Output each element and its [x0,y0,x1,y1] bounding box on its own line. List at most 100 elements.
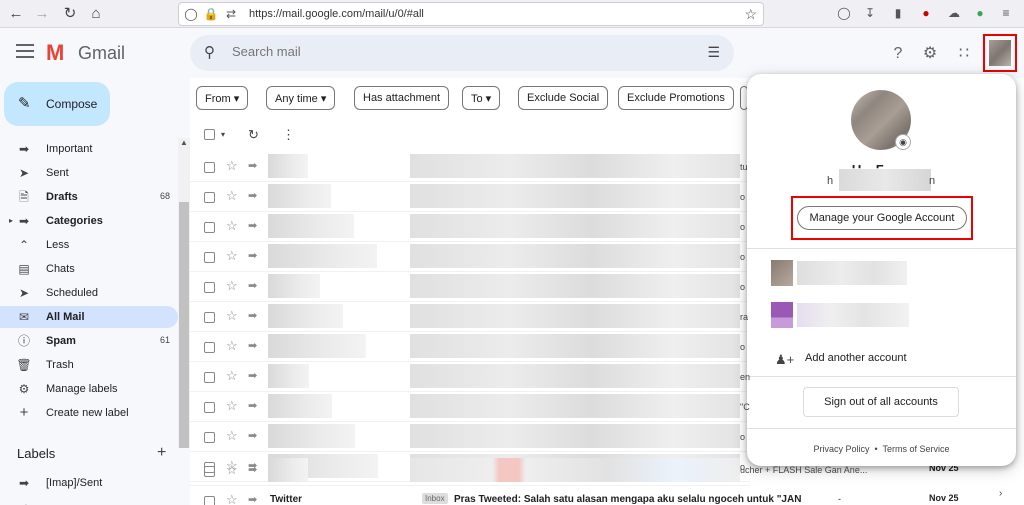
forward-arrow-icon[interactable]: → [32,4,52,24]
sidebar-item-all-mail[interactable]: ✉ All Mail [0,306,178,328]
terms-link[interactable]: Terms of Service [883,444,950,454]
scrollbar-thumb[interactable] [179,202,189,448]
table-row[interactable]: ☆ ➡ [190,456,750,486]
star-icon[interactable]: ☆ [226,462,238,478]
star-icon[interactable]: ☆ [226,248,238,264]
select-all-checkbox[interactable] [204,129,215,140]
important-marker-icon[interactable]: ➡ [248,159,257,172]
star-icon[interactable]: ☆ [226,492,238,505]
table-row[interactable]: ☆ ➡ [190,332,750,362]
table-row[interactable]: ☆ ➡ [190,302,750,332]
row-checkbox[interactable] [204,252,215,263]
sidebar-item-create-label[interactable]: + Create new label [0,402,178,424]
extension-badge-icon[interactable]: ● [918,5,934,21]
important-marker-icon[interactable]: ➡ [248,493,257,505]
important-marker-icon[interactable]: ➡ [248,249,257,262]
sidebar-label-partial[interactable]: ➡ [0,496,178,505]
row-checkbox[interactable] [204,432,215,443]
extension-cloud-icon[interactable]: ☁ [946,5,962,21]
filter-chip-from[interactable]: From ▾ [196,86,249,110]
sidebar-item-chats[interactable]: ▤ Chats [0,258,178,280]
back-arrow-icon[interactable]: ← [6,4,26,24]
table-row[interactable]: ☆ ➡ [190,242,750,272]
table-row[interactable]: ☆ ➡ [190,422,750,452]
important-marker-icon[interactable]: ➡ [248,279,257,292]
other-account-row[interactable] [747,254,1016,294]
star-icon[interactable]: ☆ [226,308,238,324]
lock-icon[interactable]: 🔒 [203,6,219,22]
help-icon[interactable]: ? [888,44,908,64]
search-options-icon[interactable]: ☰ [707,44,720,61]
star-icon[interactable]: ☆ [226,338,238,354]
filter-chip-has-attachment[interactable]: Has attachment [354,86,450,110]
table-row[interactable]: ☆ ➡ [190,212,750,242]
expand-arrow-icon[interactable]: ▸ [6,213,16,229]
other-account-row[interactable] [747,296,1016,336]
star-icon[interactable]: ☆ [226,398,238,414]
search-icon[interactable]: ⚲ [204,43,215,61]
star-icon[interactable]: ☆ [226,368,238,384]
row-checkbox[interactable] [204,466,215,477]
pocket-icon[interactable]: ◯ [836,5,852,21]
row-checkbox[interactable] [204,192,215,203]
important-marker-icon[interactable]: ➡ [248,219,257,232]
important-marker-icon[interactable]: ➡ [248,369,257,382]
scroll-down-icon[interactable]: › [999,488,1002,499]
important-marker-icon[interactable]: ➡ [248,339,257,352]
settings-gear-icon[interactable]: ⚙ [920,44,940,64]
filter-chip-any-time[interactable]: Any time ▾ [266,86,336,110]
add-label-icon[interactable]: + [157,444,166,462]
compose-button[interactable]: ✎ Compose [4,82,110,126]
library-icon[interactable]: ▮ [890,5,906,21]
table-row[interactable]: ☆ ➡ [190,182,750,212]
row-checkbox[interactable] [204,222,215,233]
row-checkbox[interactable] [204,496,215,505]
camera-icon[interactable]: ◉ [895,134,911,150]
permissions-icon[interactable]: ⇄ [223,6,239,22]
row-checkbox[interactable] [204,162,215,173]
search-bar[interactable]: ⚲ ☰ [190,35,734,71]
sidebar-item-sent[interactable]: ➤ Sent [0,162,178,184]
download-icon[interactable]: ↧ [862,5,878,21]
app-menu-icon[interactable]: ≡ [998,5,1014,21]
star-icon[interactable]: ☆ [226,428,238,444]
add-account-link[interactable]: Add another account [805,352,907,364]
important-marker-icon[interactable]: ➡ [248,309,257,322]
star-icon[interactable]: ☆ [226,158,238,174]
row-checkbox[interactable] [204,312,215,323]
main-menu-icon[interactable] [16,44,34,60]
table-row[interactable]: ☆ ➡ [190,152,750,182]
bookmark-star-icon[interactable]: ☆ [744,6,757,23]
row-checkbox[interactable] [204,402,215,413]
star-icon[interactable]: ☆ [226,278,238,294]
row-checkbox[interactable] [204,282,215,293]
important-marker-icon[interactable]: ➡ [248,463,257,476]
signout-button[interactable]: Sign out of all accounts [803,387,959,417]
table-row[interactable]: ☆ ➡ [190,362,750,392]
important-marker-icon[interactable]: ➡ [248,399,257,412]
extension-google-icon[interactable]: ● [972,5,988,21]
important-marker-icon[interactable]: ➡ [248,189,257,202]
row-checkbox[interactable] [204,342,215,353]
account-avatar-button[interactable] [983,34,1017,72]
row-checkbox[interactable] [204,372,215,383]
star-icon[interactable]: ☆ [226,218,238,234]
sidebar-item-scheduled[interactable]: ➤ Scheduled [0,282,178,304]
sidebar-item-less[interactable]: ⌃ Less [0,234,178,256]
table-row[interactable]: ☆ ➡ Twitter Inbox Pras Tweeted: Salah sa… [190,486,801,505]
filter-chip-to[interactable]: To ▾ [462,86,501,110]
filter-chip-exclude-social[interactable]: Exclude Social [518,86,609,110]
sidebar-item-important[interactable]: ➡ Important [0,138,178,160]
table-row[interactable]: ☆ ➡ [190,272,750,302]
select-dropdown-icon[interactable]: ▾ [221,130,225,139]
star-icon[interactable]: ☆ [226,188,238,204]
sidebar-label-imap-sent[interactable]: ➡ [Imap]/Sent [0,472,178,494]
manage-account-button[interactable]: Manage your Google Account [797,206,967,230]
table-row[interactable]: ☆ ➡ [190,392,750,422]
gmail-logo[interactable]: M Gmail [46,40,125,66]
url-text[interactable]: https://mail.google.com/mail/u/0/#all [249,8,424,20]
filter-chip-exclude-promotions[interactable]: Exclude Promotions [618,86,734,110]
home-icon[interactable]: ⌂ [86,4,106,24]
more-options-icon[interactable]: ⋮ [282,127,295,143]
reload-icon[interactable]: ↻ [60,4,80,24]
